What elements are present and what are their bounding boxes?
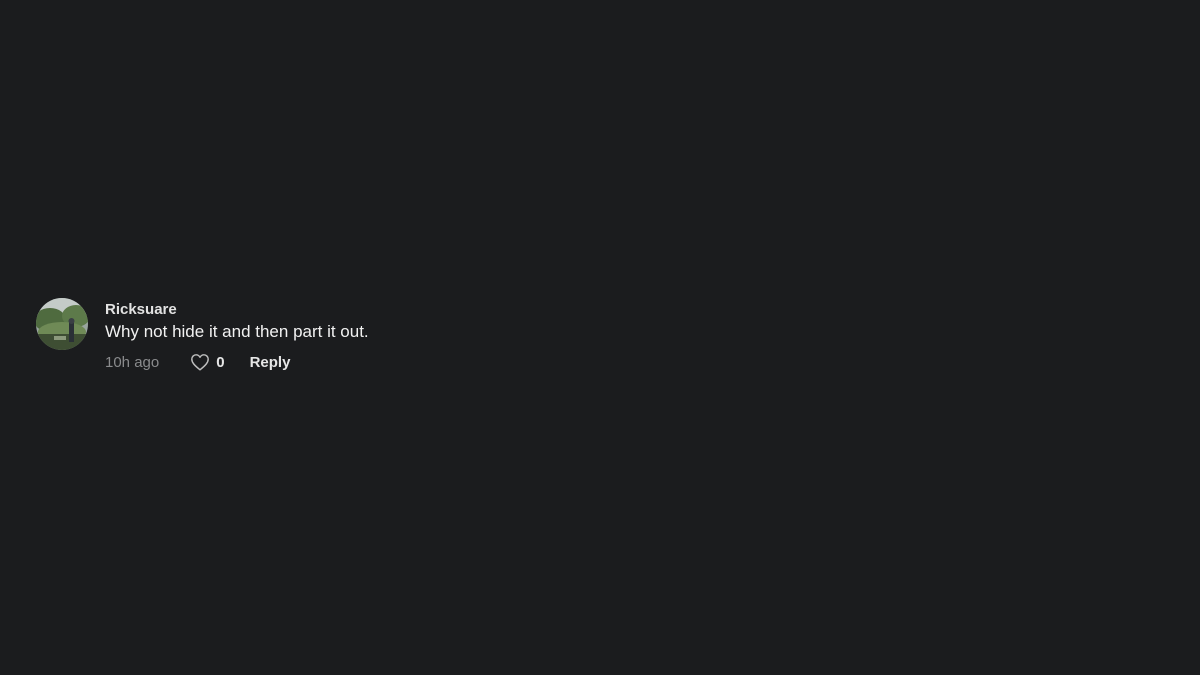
comment-actions: 10h ago 0 Reply xyxy=(105,351,369,373)
like-count: 0 xyxy=(216,353,225,371)
comment-username[interactable]: Ricksuare xyxy=(105,301,369,319)
comment-body: Ricksuare Why not hide it and then part … xyxy=(105,298,369,373)
like-button[interactable]: 0 xyxy=(190,353,225,371)
avatar-image xyxy=(36,298,88,350)
comment-text: Why not hide it and then part it out. xyxy=(105,322,369,341)
comment-timestamp: 10h ago xyxy=(105,353,160,371)
comment-item: Ricksuare Why not hide it and then part … xyxy=(36,298,369,373)
avatar[interactable] xyxy=(36,298,88,350)
heart-icon xyxy=(191,354,210,371)
reply-button[interactable]: Reply xyxy=(250,354,291,371)
